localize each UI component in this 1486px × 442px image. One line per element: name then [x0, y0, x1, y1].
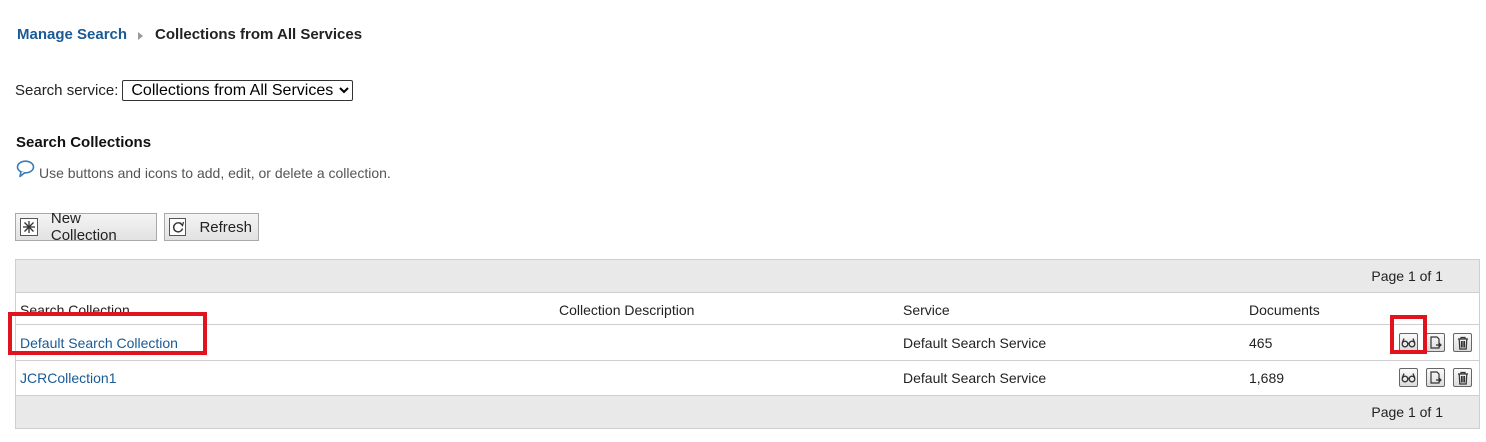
breadcrumb-current: Collections from All Services — [155, 26, 363, 43]
collection-documents: 465 — [1249, 334, 1273, 351]
column-header-collection-description[interactable]: Collection Description — [559, 294, 694, 324]
collection-service: Default Search Service — [903, 369, 1047, 386]
pager-top: Page 1 of 1 — [16, 260, 1479, 293]
new-star-icon — [20, 218, 38, 236]
row-actions — [1399, 360, 1480, 395]
export-document-icon[interactable] — [1426, 333, 1445, 352]
export-document-icon[interactable] — [1426, 368, 1445, 387]
table-header: Search Collection Collection Description… — [16, 294, 1479, 325]
view-glasses-icon[interactable] — [1399, 333, 1418, 352]
refresh-button[interactable]: Refresh — [164, 213, 259, 241]
collections-table: Page 1 of 1 Search Collection Collection… — [15, 259, 1480, 429]
collection-name-link[interactable]: JCRCollection1 — [20, 370, 116, 386]
delete-trash-icon[interactable] — [1453, 368, 1472, 387]
collection-name-link[interactable]: Default Search Collection — [20, 335, 178, 351]
table-row: JCRCollection1 Default Search Service 1,… — [16, 360, 1479, 395]
speech-bubble-icon — [16, 160, 35, 178]
new-collection-button[interactable]: New Collection — [15, 210, 157, 244]
refresh-icon — [169, 218, 187, 236]
delete-trash-icon[interactable] — [1453, 333, 1472, 352]
breadcrumb: Manage Search Collections from All Servi… — [17, 26, 362, 43]
section-title: Search Collections — [16, 134, 152, 151]
search-service-row: Search service: Collections from All Ser… — [15, 80, 354, 101]
search-service-label: Search service: — [15, 82, 119, 99]
row-actions — [1399, 325, 1480, 360]
column-header-service[interactable]: Service — [903, 294, 950, 324]
breadcrumb-manage-search-link[interactable]: Manage Search — [17, 26, 127, 43]
help-text-row: Use buttons and icons to add, edit, or d… — [16, 160, 391, 181]
help-text: Use buttons and icons to add, edit, or d… — [39, 165, 391, 181]
refresh-label: Refresh — [199, 218, 252, 236]
new-collection-label: New Collection — [50, 210, 117, 244]
search-service-select[interactable]: Collections from All Services — [122, 80, 354, 101]
column-header-documents[interactable]: Documents — [1249, 294, 1320, 324]
column-header-search-collection[interactable]: Search Collection — [20, 294, 130, 324]
breadcrumb-separator-icon — [138, 32, 144, 40]
collection-documents: 1,689 — [1249, 369, 1285, 386]
table-row: Default Search Collection Default Search… — [16, 325, 1479, 361]
collection-service: Default Search Service — [903, 334, 1047, 351]
pager-bottom: Page 1 of 1 — [16, 395, 1479, 428]
view-glasses-icon[interactable] — [1399, 368, 1418, 387]
